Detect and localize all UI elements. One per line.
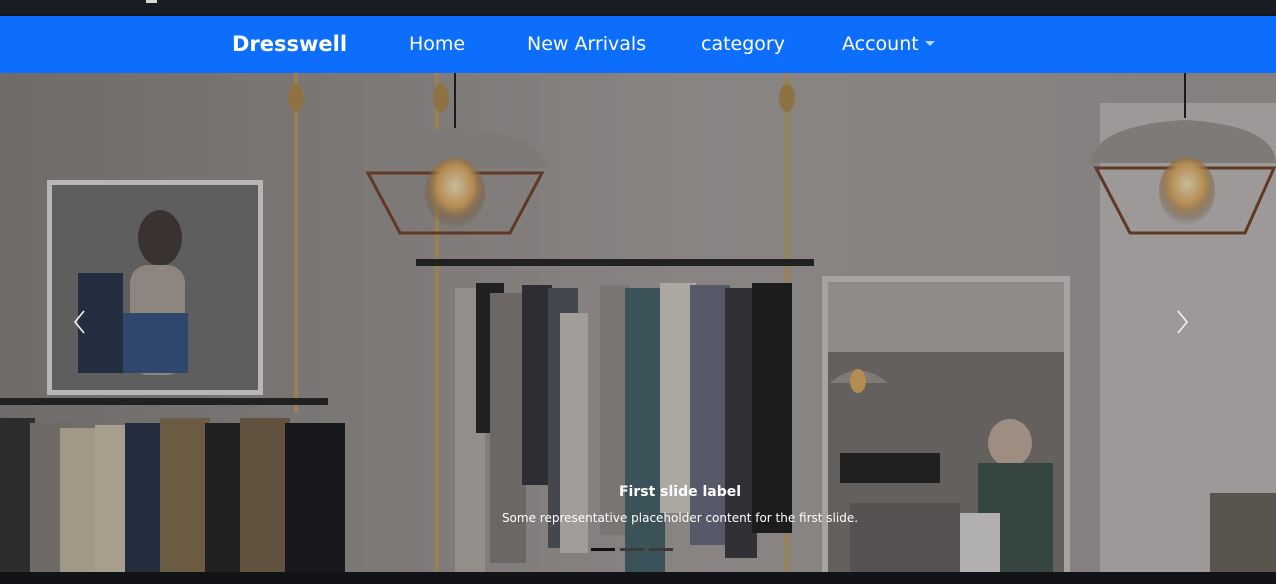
page-bottom-edge [0,572,1276,584]
nav-home-link[interactable]: Home [409,16,465,73]
hero-carousel: First slide label Some representative pl… [0,73,1276,572]
carousel-prev-control[interactable] [60,297,100,347]
carousel-indicators [591,548,681,551]
nav-account-dropdown[interactable]: Account [842,16,935,73]
browser-top-strip [0,0,1276,14]
nav-account-label: Account [842,33,919,55]
slide-caption-title: First slide label [618,484,742,500]
nav-category-link[interactable]: category [701,16,785,73]
brand-logo[interactable]: Dresswell [232,16,347,73]
chevron-left-icon [73,310,85,334]
browser-strip-marker [146,0,157,3]
navbar: Dresswell Home New Arrivals category Acc… [0,16,1276,73]
carousel-indicator-1[interactable] [591,548,615,551]
nav-new-arrivals-link[interactable]: New Arrivals [527,16,646,73]
slide-caption-text: Some representative placeholder content … [501,511,859,525]
carousel-indicator-2[interactable] [620,548,644,551]
carousel-next-control[interactable] [1163,297,1203,347]
chevron-right-icon [1177,310,1189,334]
caret-down-icon [924,41,935,46]
carousel-indicator-3[interactable] [649,548,673,551]
